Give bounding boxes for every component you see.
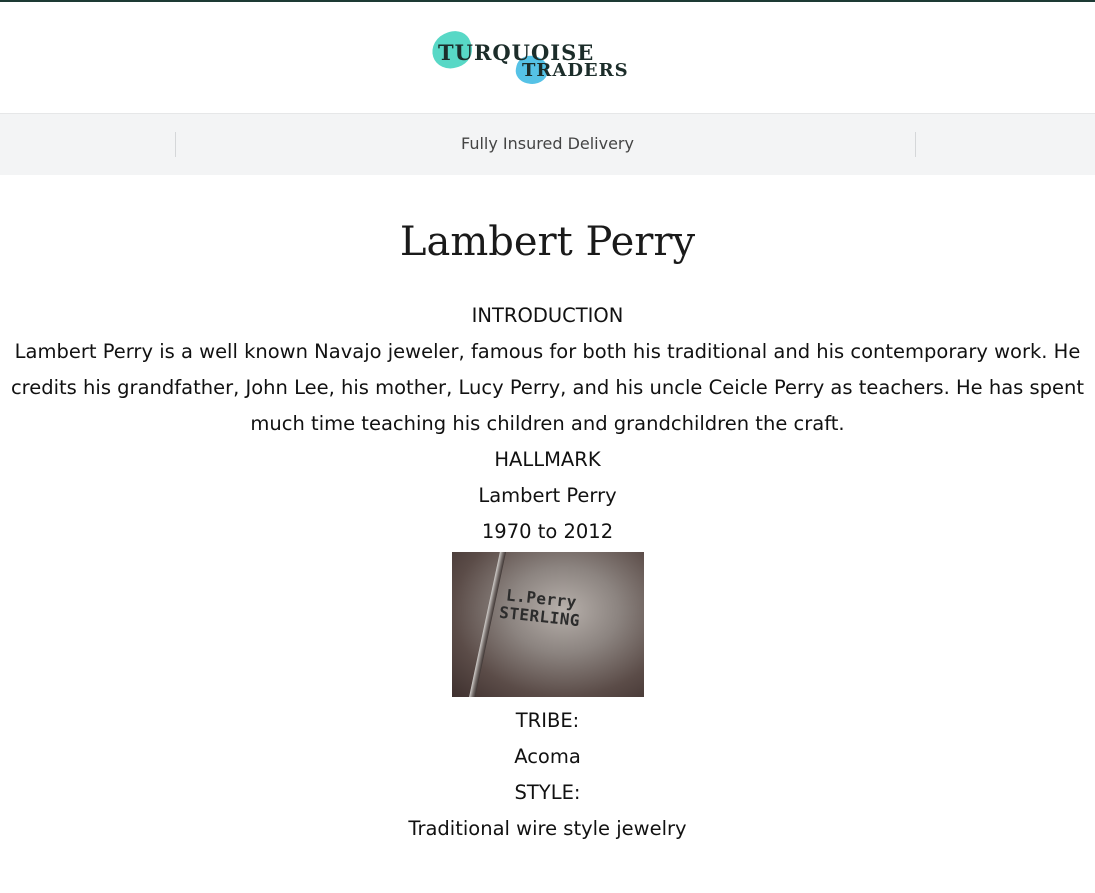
tribe-heading: TRIBE:	[515, 709, 580, 732]
site-header: TURQUOISE TRADERS	[0, 2, 1095, 113]
announcement-text: Fully Insured Delivery	[461, 134, 634, 153]
hallmark-name: Lambert Perry	[478, 484, 617, 507]
introduction-heading: INTRODUCTION	[471, 304, 624, 327]
style-value: Traditional wire style jewelry	[408, 817, 687, 840]
article-content: INTRODUCTION Lambert Perry is a well kno…	[0, 298, 1095, 847]
hallmark-heading: HALLMARK	[494, 448, 601, 471]
hallmark-image-wire	[465, 552, 508, 697]
hallmark-stamp: L.Perry STERLING	[498, 585, 582, 630]
hallmark-years: 1970 to 2012	[481, 520, 614, 543]
tribe-value: Acoma	[514, 745, 581, 768]
announcement-divider-right	[915, 132, 916, 157]
hallmark-image: L.Perry STERLING	[451, 552, 644, 697]
introduction-text: Lambert Perry is a well known Navajo jew…	[10, 340, 1085, 435]
page-title: Lambert Perry	[399, 219, 696, 265]
turquoise-traders-logo[interactable]: TURQUOISE TRADERS	[427, 26, 662, 88]
announcement-bar: Fully Insured Delivery	[0, 113, 1095, 175]
style-heading: STYLE:	[514, 781, 581, 804]
logo-word-traders: TRADERS	[522, 60, 629, 81]
